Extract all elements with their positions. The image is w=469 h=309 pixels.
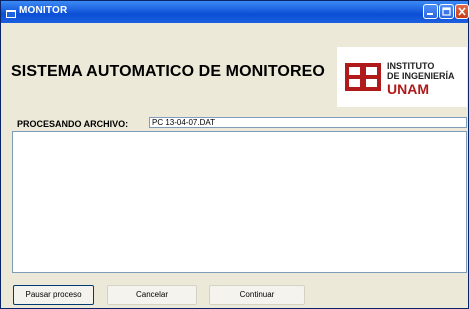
- app-icon[interactable]: [6, 6, 16, 18]
- page-title: SISTEMA AUTOMATICO DE MONITOREO: [11, 63, 325, 80]
- ii-unam-logo-icon: [345, 63, 381, 91]
- pause-process-button[interactable]: Pausar proceso: [13, 285, 94, 305]
- continue-button[interactable]: Continuar: [209, 285, 305, 305]
- processing-file-field[interactable]: PC 13-04-07.DAT: [149, 117, 467, 128]
- logo-line-2: DE INGENIERÍA: [387, 71, 455, 81]
- close-icon: [458, 7, 466, 16]
- title-bar[interactable]: MONITOR: [1, 1, 469, 23]
- minimize-button[interactable]: [423, 4, 438, 19]
- cancel-button[interactable]: Cancelar: [107, 285, 197, 305]
- close-button[interactable]: [455, 4, 469, 19]
- monitor-window: MONITOR SISTEMA AUTOMATICO DE MONITOREO …: [0, 0, 469, 309]
- logo-line-3: UNAM: [387, 81, 429, 97]
- institute-logo: INSTITUTO DE INGENIERÍA UNAM: [337, 47, 467, 107]
- maximize-button[interactable]: [439, 4, 454, 19]
- logo-line-1: INSTITUTO: [387, 61, 435, 71]
- minimize-icon: [427, 13, 433, 15]
- log-area[interactable]: [12, 131, 467, 273]
- processing-file-label: PROCESANDO ARCHIVO:: [17, 119, 129, 129]
- window-title: MONITOR: [19, 5, 68, 16]
- maximize-icon: [442, 7, 451, 16]
